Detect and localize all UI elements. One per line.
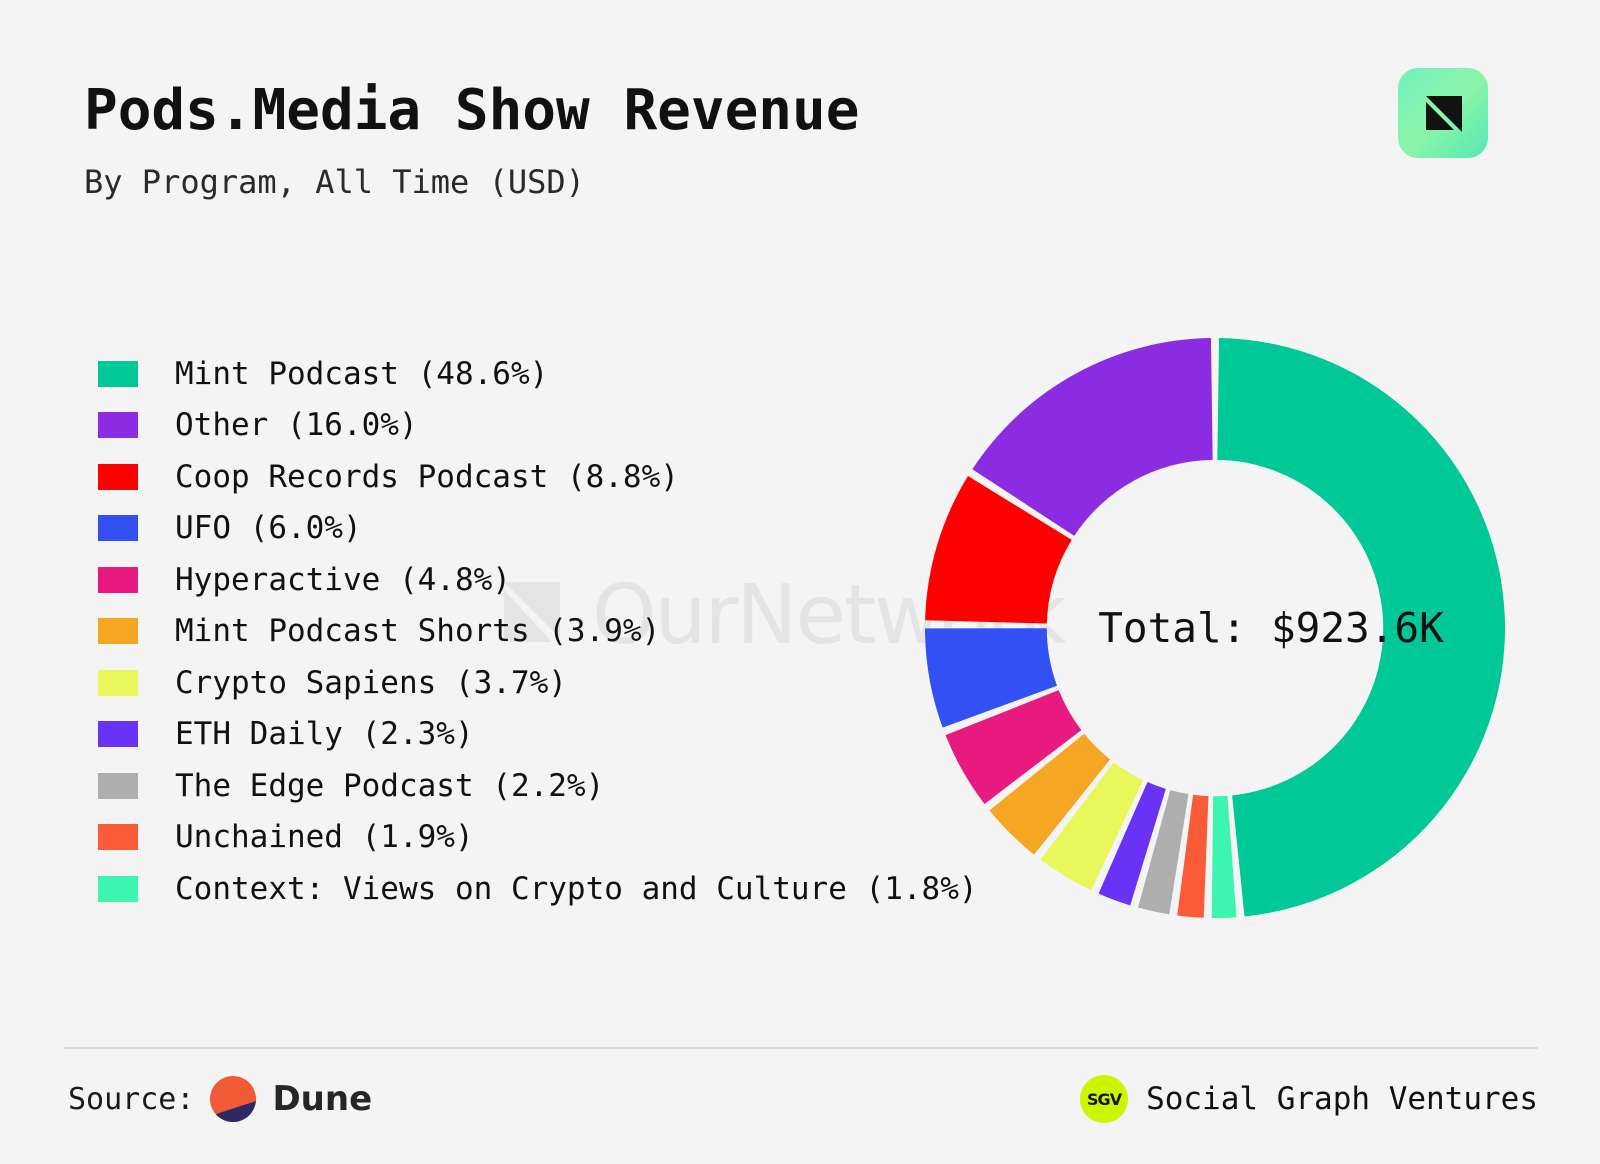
legend-item[interactable]: The Edge Podcast (2.2%) [98,760,978,812]
legend-item-label: ETH Daily (2.3%) [175,716,474,753]
donut-slice[interactable] [1217,338,1505,917]
legend-item-label: UFO (6.0%) [175,510,362,547]
legend-color-swatch [98,412,138,439]
legend-item[interactable]: Other (16.0%) [98,400,978,452]
legend-item-label: Hyperactive (4.8%) [175,561,511,598]
legend-item[interactable]: Coop Records Podcast (8.8%) [98,451,978,503]
legend-item[interactable]: Mint Podcast Shorts (3.9%) [98,606,978,658]
legend-item[interactable]: ETH Daily (2.3%) [98,709,978,761]
donut-chart: Total: $923.6K [918,331,1512,925]
ournetwork-logo-icon [1398,68,1488,158]
page-title: Pods.Media Show Revenue [84,78,860,143]
legend-item[interactable]: Context: Views on Crypto and Culture (1.… [98,863,978,915]
legend-color-swatch [98,463,138,490]
legend-item-label: The Edge Podcast (2.2%) [175,767,605,804]
legend-color-swatch [98,618,138,645]
legend-item[interactable]: Crypto Sapiens (3.7%) [98,657,978,709]
legend-item-label: Mint Podcast (48.6%) [175,355,549,392]
partner-name: Social Graph Ventures [1146,1081,1538,1117]
footer-source: Source: Dune [68,1070,372,1128]
legend-color-swatch [98,669,138,696]
footer-partner: SGV Social Graph Ventures [1080,1070,1538,1128]
legend-color-swatch [98,566,138,593]
legend-item-label: Crypto Sapiens (3.7%) [175,664,567,701]
legend-item-label: Unchained (1.9%) [175,819,474,856]
legend-item-label: Other (16.0%) [175,407,418,444]
legend-color-swatch [98,360,138,387]
donut-slice[interactable] [1211,795,1237,919]
page-subtitle: By Program, All Time (USD) [84,162,585,201]
sgv-logo-icon: SGV [1080,1075,1129,1123]
legend-item[interactable]: Mint Podcast (48.6%) [98,348,978,400]
dune-logo-icon [210,1076,257,1122]
legend-color-swatch [98,721,138,748]
legend-item-label: Coop Records Podcast (8.8%) [175,458,679,495]
chart-header: Pods.Media Show Revenue By Program, All … [84,78,1384,201]
legend-item[interactable]: Unchained (1.9%) [98,812,978,864]
legend-item-label: Context: Views on Crypto and Culture (1.… [175,870,978,907]
legend-item[interactable]: UFO (6.0%) [98,503,978,555]
donut-svg [925,338,1505,919]
legend-item-label: Mint Podcast Shorts (3.9%) [175,613,661,650]
legend-item[interactable]: Hyperactive (4.8%) [98,554,978,606]
footer-divider [64,1047,1538,1049]
chart-legend: Mint Podcast (48.6%) Other (16.0%) Coop Re… [98,348,978,915]
chart-footer: Source: Dune SGV Social Graph Ventures [64,1070,1538,1130]
sgv-logo-text: SGV [1087,1089,1122,1109]
legend-color-swatch [98,515,138,542]
legend-color-swatch [98,824,138,851]
source-name: Dune [272,1079,373,1119]
legend-color-swatch [98,875,138,902]
legend-color-swatch [98,772,138,799]
source-label: Source: [68,1081,195,1117]
